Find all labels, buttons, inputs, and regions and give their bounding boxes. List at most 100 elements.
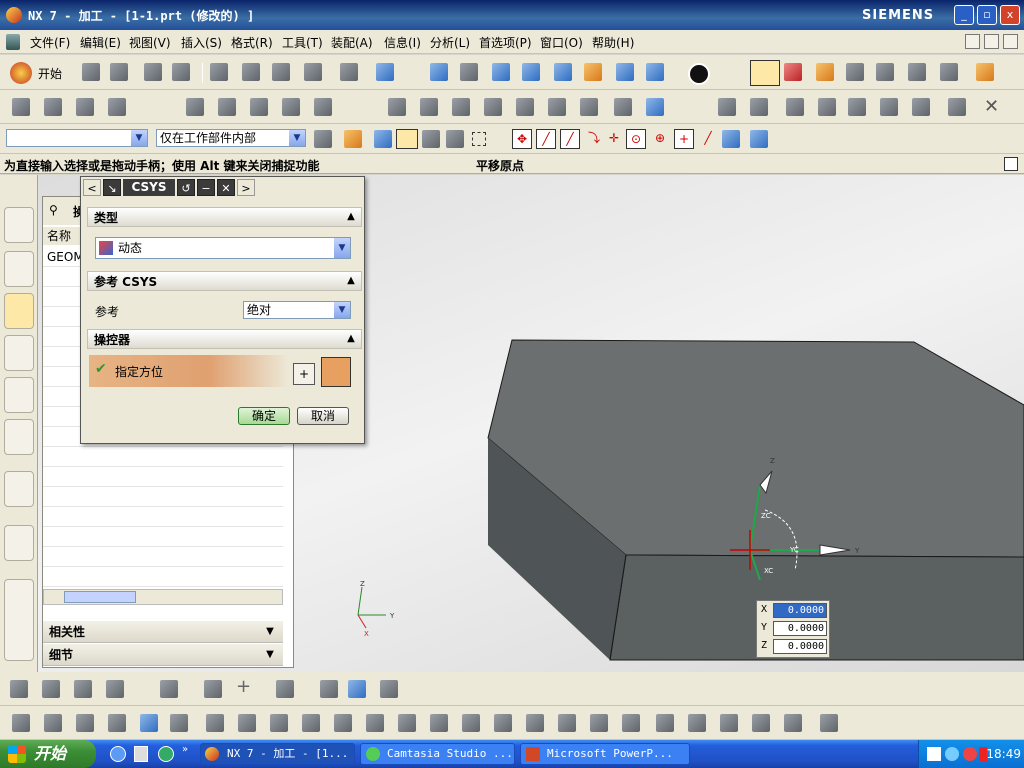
tree-row[interactable] (43, 567, 283, 587)
menu-edit[interactable]: 编辑(E) (80, 34, 121, 51)
snap-on-curve-icon[interactable]: ╱ (698, 129, 718, 149)
wcs-origin-icon[interactable] (784, 63, 802, 81)
offset-face-icon[interactable] (880, 98, 898, 116)
pick-2-icon[interactable] (446, 130, 464, 148)
rotate-icon[interactable] (554, 63, 572, 81)
chain-icon[interactable] (204, 680, 222, 698)
ruled-icon[interactable] (76, 714, 94, 732)
chevron-up-icon[interactable]: ▲ (343, 209, 359, 225)
wcs-rotate-icon[interactable] (816, 63, 834, 81)
chart-icon[interactable] (646, 98, 664, 116)
point-dialog-icon[interactable]: + (293, 363, 315, 385)
chamfer-icon[interactable] (420, 98, 438, 116)
open-file-icon[interactable] (110, 63, 128, 81)
trim-sheet-icon[interactable] (270, 714, 288, 732)
info-tab[interactable] (4, 471, 34, 507)
undo-icon[interactable] (340, 63, 358, 81)
datum-icon[interactable] (276, 680, 294, 698)
keyboard-icon[interactable] (927, 747, 941, 761)
solid-box-icon[interactable] (948, 98, 966, 116)
perspective-icon[interactable] (616, 63, 634, 81)
pan-icon[interactable] (584, 63, 602, 81)
boss-icon[interactable] (218, 98, 236, 116)
draft-icon[interactable] (484, 98, 502, 116)
scale-body-icon[interactable] (912, 98, 930, 116)
task-nx[interactable]: NX 7 - 加工 - [1... (200, 743, 355, 765)
block-icon[interactable] (76, 98, 94, 116)
snap-body-icon[interactable] (750, 130, 768, 148)
dialog-close-icon[interactable]: ✕ (217, 179, 235, 196)
trim-body-icon[interactable] (516, 98, 534, 116)
section-ref-csys[interactable]: 参考 CSYS ▲ (87, 271, 362, 291)
wcs-set-icon[interactable] (876, 63, 894, 81)
menu-view[interactable]: 视图(V) (129, 34, 171, 51)
new-file-icon[interactable] (82, 63, 100, 81)
bridge-icon[interactable] (526, 714, 544, 732)
hd3d-tab[interactable] (4, 377, 34, 413)
delete-icon[interactable] (304, 63, 322, 81)
measure-icon[interactable] (976, 63, 994, 81)
coord-y-input[interactable]: 0.0000 (773, 621, 827, 636)
start-icon[interactable] (10, 62, 32, 84)
type-combo[interactable]: 动态 ▼ (95, 237, 351, 259)
curve-rule-icon[interactable] (374, 130, 392, 148)
factory-icon[interactable] (108, 98, 126, 116)
camtasia-tray-icon[interactable] (963, 747, 977, 761)
pin-icon[interactable]: ⚲ (49, 203, 58, 217)
pad-icon[interactable] (282, 98, 300, 116)
tree-row[interactable] (43, 547, 283, 567)
bolt-icon[interactable] (320, 680, 338, 698)
tree-row[interactable] (43, 487, 283, 507)
explorer-icon[interactable] (134, 746, 148, 762)
zoom-window-icon[interactable] (460, 63, 478, 81)
filter-settings-icon[interactable] (314, 130, 332, 148)
layer-icon[interactable] (348, 680, 366, 698)
hammer-icon[interactable] (580, 98, 598, 116)
split-body-icon[interactable] (548, 98, 566, 116)
chevron-up-icon[interactable]: ▲ (343, 331, 359, 347)
quicklaunch-more-icon[interactable]: » (182, 744, 188, 755)
tree-row[interactable] (43, 447, 283, 467)
through-curves-icon[interactable] (44, 714, 62, 732)
chevron-down-icon[interactable]: ▼ (334, 302, 350, 318)
csys-orient-icon[interactable] (321, 357, 351, 387)
snap-line-icon[interactable]: ╱ (536, 129, 556, 149)
box-icon[interactable] (656, 714, 674, 732)
snap-endpoint-icon[interactable]: ✥ (512, 129, 532, 149)
related-section[interactable]: 相关性 ▼ (43, 621, 283, 643)
minimize-button[interactable]: _ (954, 5, 974, 25)
media-icon[interactable] (158, 746, 174, 762)
select-icon[interactable] (908, 63, 926, 81)
reuse-library-tab[interactable] (4, 335, 34, 371)
slot-icon[interactable] (314, 98, 332, 116)
chevron-down-icon[interactable]: ▼ (334, 238, 350, 258)
doc-minimize-button[interactable] (965, 34, 980, 49)
sweep-icon[interactable] (108, 714, 126, 732)
zoom-icon[interactable] (492, 63, 510, 81)
subtract-icon[interactable] (818, 98, 836, 116)
menu-assembly[interactable]: 装配(A) (331, 34, 373, 51)
styled-sweep-icon[interactable] (622, 714, 640, 732)
copy-icon[interactable] (242, 63, 260, 81)
maximize-button[interactable]: ▫ (977, 5, 997, 25)
show-hide-icon[interactable] (380, 680, 398, 698)
enlarge-icon[interactable] (430, 714, 448, 732)
assembly-icon[interactable] (10, 680, 28, 698)
snap-face-icon[interactable] (722, 130, 740, 148)
thicken-icon[interactable] (366, 714, 384, 732)
move-object-icon[interactable] (784, 714, 802, 732)
dialog-reset-arrow-icon[interactable]: ↘ (103, 179, 121, 196)
constraint-navigator-tab[interactable] (4, 251, 34, 287)
command-finder-icon[interactable] (376, 63, 394, 81)
menu-file[interactable]: 文件(F) (30, 34, 70, 51)
intersect-icon[interactable] (848, 98, 866, 116)
mirror-icon[interactable] (718, 98, 736, 116)
doc-close-button[interactable] (1003, 34, 1018, 49)
start-button[interactable]: 开始 (0, 740, 96, 768)
tree-row[interactable] (43, 467, 283, 487)
doc-restore-button[interactable] (984, 34, 999, 49)
dialog-back-icon[interactable]: < (83, 179, 101, 196)
unite-icon[interactable] (786, 98, 804, 116)
dialog-undo-icon[interactable]: ↺ (177, 179, 195, 196)
orientation-row[interactable]: ✔ 指定方位 (89, 355, 289, 387)
